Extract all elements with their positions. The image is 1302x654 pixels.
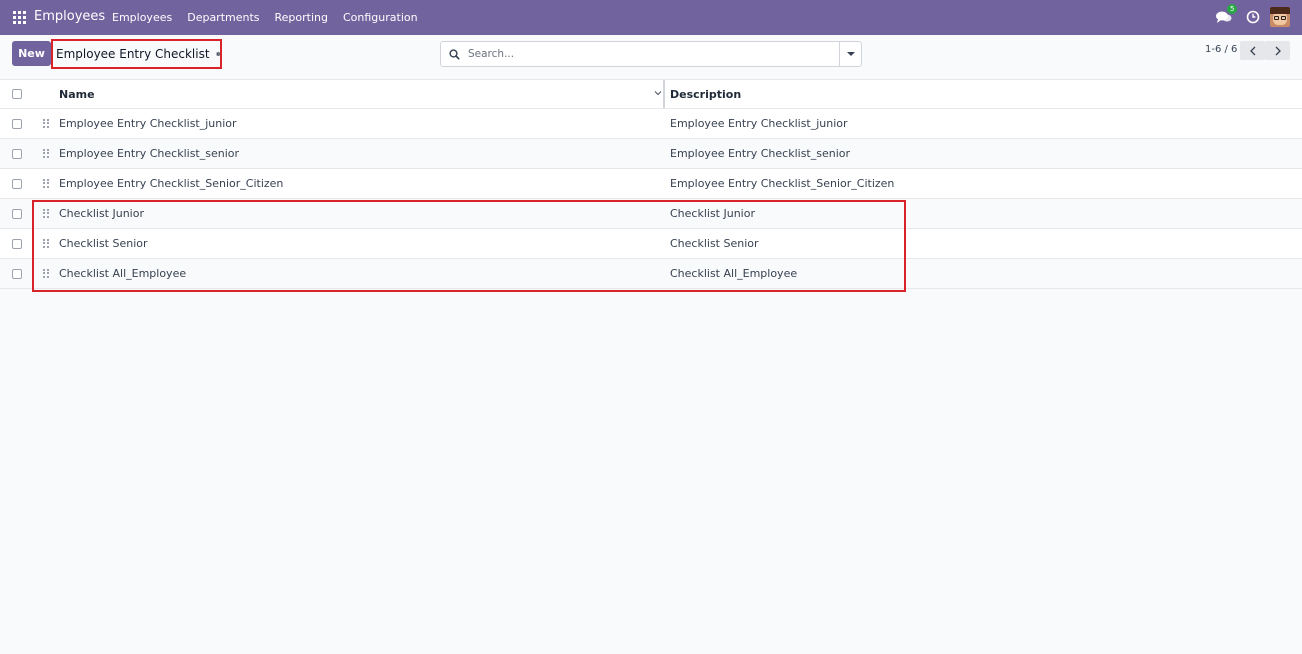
menu-item-configuration[interactable]: Configuration <box>343 11 418 24</box>
chevron-down-icon[interactable] <box>654 89 662 97</box>
caret-down-icon <box>846 52 855 56</box>
drag-handle-icon[interactable] <box>43 268 50 279</box>
cell-name: Checklist Senior <box>59 237 148 250</box>
search-bar <box>440 41 862 67</box>
cell-name: Employee Entry Checklist_junior <box>59 117 237 130</box>
table-row[interactable]: Checklist Senior Checklist Senior <box>0 229 1302 259</box>
page-title: Employee Entry Checklist <box>56 47 210 61</box>
drag-handle-icon[interactable] <box>43 208 50 219</box>
cell-description: Checklist All_Employee <box>670 267 798 280</box>
cell-description: Employee Entry Checklist_senior <box>670 147 851 160</box>
chevron-right-icon <box>1275 46 1281 55</box>
search-options-toggle[interactable] <box>839 42 861 66</box>
table-row[interactable]: Employee Entry Checklist_Senior_Citizen … <box>0 169 1302 199</box>
clock-icon[interactable] <box>1246 10 1260 24</box>
cell-name: Employee Entry Checklist_senior <box>59 147 240 160</box>
pager-next-button[interactable] <box>1265 41 1290 60</box>
search-icon <box>449 48 460 60</box>
row-checkbox[interactable] <box>12 208 22 219</box>
menu-item-departments[interactable]: Departments <box>187 11 259 24</box>
drag-handle-icon[interactable] <box>43 118 50 129</box>
column-header-name[interactable]: Name <box>59 88 95 101</box>
pager-value[interactable]: 1-6 / 6 <box>1205 44 1237 55</box>
drag-handle-icon[interactable] <box>43 178 50 189</box>
menu-item-reporting[interactable]: Reporting <box>275 11 328 24</box>
chevron-left-icon <box>1249 46 1255 55</box>
row-checkbox[interactable] <box>12 178 22 189</box>
navbar-systray: 5 <box>1216 4 1290 27</box>
select-all-checkbox[interactable] <box>12 89 22 99</box>
chat-icon[interactable]: 5 <box>1216 4 1238 24</box>
list-table: Name Description Employee Entry Checklis… <box>0 79 1302 289</box>
new-button[interactable]: New <box>12 41 51 66</box>
drag-handle-icon[interactable] <box>43 238 50 249</box>
cell-name: Checklist Junior <box>59 207 144 220</box>
cell-description: Checklist Junior <box>670 207 755 220</box>
menu-item-employees[interactable]: Employees <box>112 11 172 24</box>
breadcrumb: Employee Entry Checklist <box>51 39 222 69</box>
row-checkbox[interactable] <box>12 148 22 159</box>
row-checkbox[interactable] <box>12 118 22 129</box>
top-navbar: Employees Employees Departments Reportin… <box>0 0 1302 35</box>
cell-name: Checklist All_Employee <box>59 267 187 280</box>
cell-description: Checklist Senior <box>670 237 759 250</box>
column-header-description[interactable]: Description <box>670 88 741 101</box>
search-input[interactable] <box>468 48 828 60</box>
table-row[interactable]: Checklist All_Employee Checklist All_Emp… <box>0 259 1302 289</box>
gear-icon[interactable] <box>215 49 220 59</box>
table-header: Name Description <box>0 80 1302 109</box>
cell-description: Employee Entry Checklist_Senior_Citizen <box>670 177 895 190</box>
user-avatar[interactable] <box>1270 7 1290 27</box>
drag-handle-icon[interactable] <box>43 148 50 159</box>
table-row[interactable]: Checklist Junior Checklist Junior <box>0 199 1302 229</box>
table-row[interactable]: Employee Entry Checklist_junior Employee… <box>0 109 1302 139</box>
cell-description: Employee Entry Checklist_junior <box>670 117 848 130</box>
row-checkbox[interactable] <box>12 268 22 279</box>
chat-badge: 5 <box>1227 4 1238 14</box>
row-checkbox[interactable] <box>12 238 22 249</box>
main-menu: Employees Departments Reporting Configur… <box>112 11 433 24</box>
pager-previous-button[interactable] <box>1240 41 1265 60</box>
table-row[interactable]: Employee Entry Checklist_senior Employee… <box>0 139 1302 169</box>
column-resize-handle[interactable] <box>663 80 665 108</box>
apps-menu-icon[interactable] <box>13 11 26 24</box>
app-brand[interactable]: Employees <box>34 9 105 24</box>
cell-name: Employee Entry Checklist_Senior_Citizen <box>59 177 284 190</box>
